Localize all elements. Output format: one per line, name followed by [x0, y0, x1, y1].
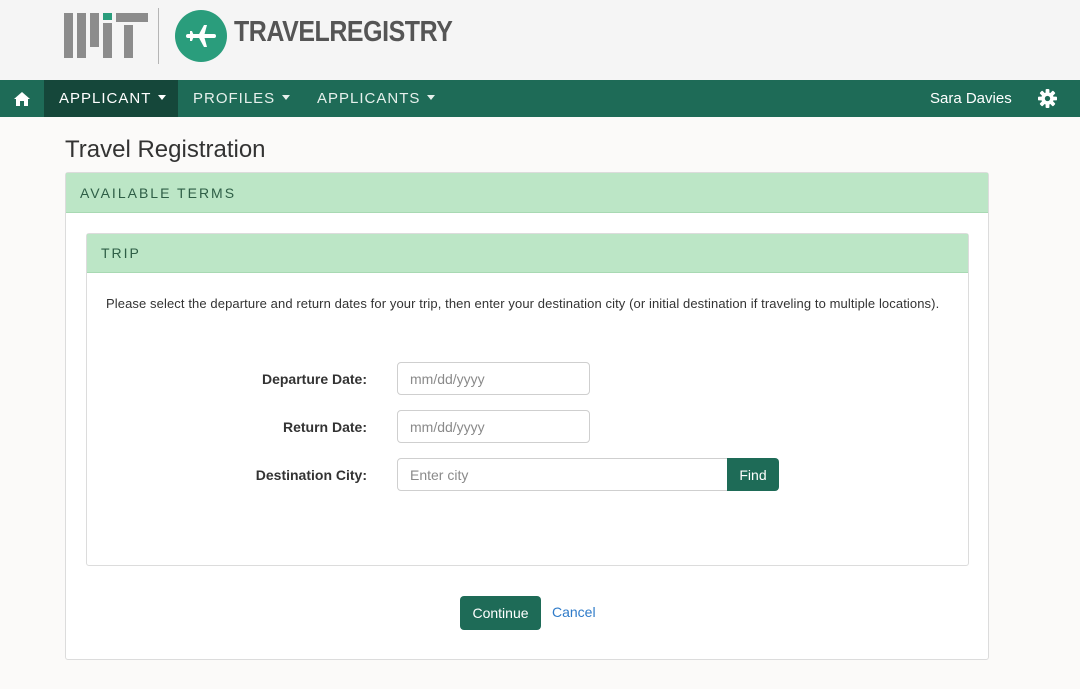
available-terms-heading: AVAILABLE TERMS [66, 173, 988, 213]
main-navbar: APPLICANT PROFILES APPLICANTS Sara Davie… [0, 80, 1080, 117]
available-terms-panel: AVAILABLE TERMS TRIP Please select the d… [65, 172, 989, 660]
nav-menu-profiles[interactable]: PROFILES [193, 80, 291, 117]
trip-panel: TRIP Please select the departure and ret… [86, 233, 969, 566]
find-button[interactable]: Find [727, 458, 779, 491]
continue-button[interactable]: Continue [460, 596, 541, 630]
cancel-link[interactable]: Cancel [552, 604, 596, 620]
trip-instructions: Please select the departure and return d… [106, 296, 940, 311]
departure-date-label: Departure Date: [261, 371, 367, 387]
trip-heading: TRIP [87, 234, 968, 273]
page-title: Travel Registration [65, 136, 266, 163]
return-date-label: Return Date: [282, 419, 367, 435]
nav-menu-applicant-label: APPLICANT [59, 90, 152, 107]
destination-city-input[interactable] [397, 458, 728, 491]
departure-date-input[interactable] [397, 362, 590, 395]
brand-title: TRAVELREGISTRY [234, 16, 453, 48]
caret-down-icon [158, 95, 167, 100]
home-icon [14, 91, 30, 106]
nav-menu-applicants-label: APPLICANTS [317, 90, 421, 107]
airplane-icon [175, 10, 227, 62]
caret-down-icon [427, 95, 436, 100]
nav-menu-profiles-label: PROFILES [193, 90, 276, 107]
nav-menu-applicant[interactable]: APPLICANT [44, 80, 178, 117]
destination-city-label: Destination City: [255, 467, 367, 483]
nav-menu-applicants[interactable]: APPLICANTS [317, 80, 436, 117]
top-header: TRAVELREGISTRY [0, 0, 1080, 80]
mit-logo [64, 13, 148, 58]
nav-home-button[interactable] [0, 80, 44, 117]
return-date-input[interactable] [397, 410, 590, 443]
caret-down-icon [282, 95, 291, 100]
gear-icon[interactable] [1038, 89, 1057, 108]
logo-divider [158, 8, 159, 64]
user-name-link[interactable]: Sara Davies [930, 80, 1012, 117]
